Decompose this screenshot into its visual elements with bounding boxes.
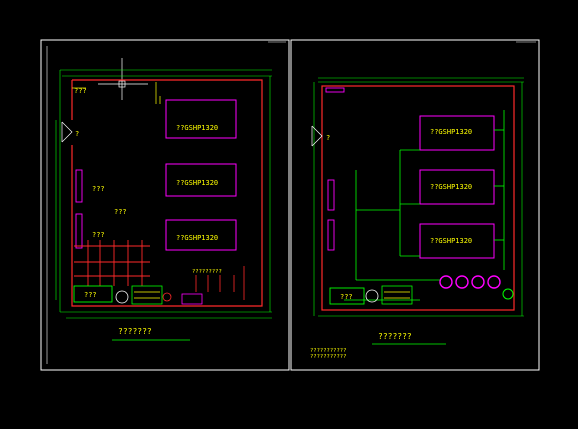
right-gshp-unit-label: ??GSHP1320 [430,237,472,245]
left-center-label: ??? [114,208,127,216]
left-gshp-unit-label: ??GSHP1320 [176,234,218,242]
right-note-line: ??????????? [310,354,346,360]
left-wall-label: ??? [92,231,105,239]
left-note-label: ????????? [192,269,222,275]
left-sheet-title: ??????? [118,327,152,336]
left-control-box-label: ??? [84,291,97,299]
right-door-label: ? [326,134,330,142]
left-gshp-unit-label: ??GSHP1320 [176,179,218,187]
right-sheet-title: ??????? [378,332,412,341]
left-door-label: ? [75,130,79,138]
cad-drawing-canvas: ? ??? ??GSHP1320 ??GSHP1320 ??GSHP1320 ?… [0,0,578,429]
left-wall-label: ??? [92,185,105,193]
right-control-box-label: ??? [340,293,353,301]
right-gshp-unit-label: ??GSHP1320 [430,183,472,191]
left-gshp-unit-label: ??GSHP1320 [176,124,218,132]
right-gshp-unit-label: ??GSHP1320 [430,128,472,136]
